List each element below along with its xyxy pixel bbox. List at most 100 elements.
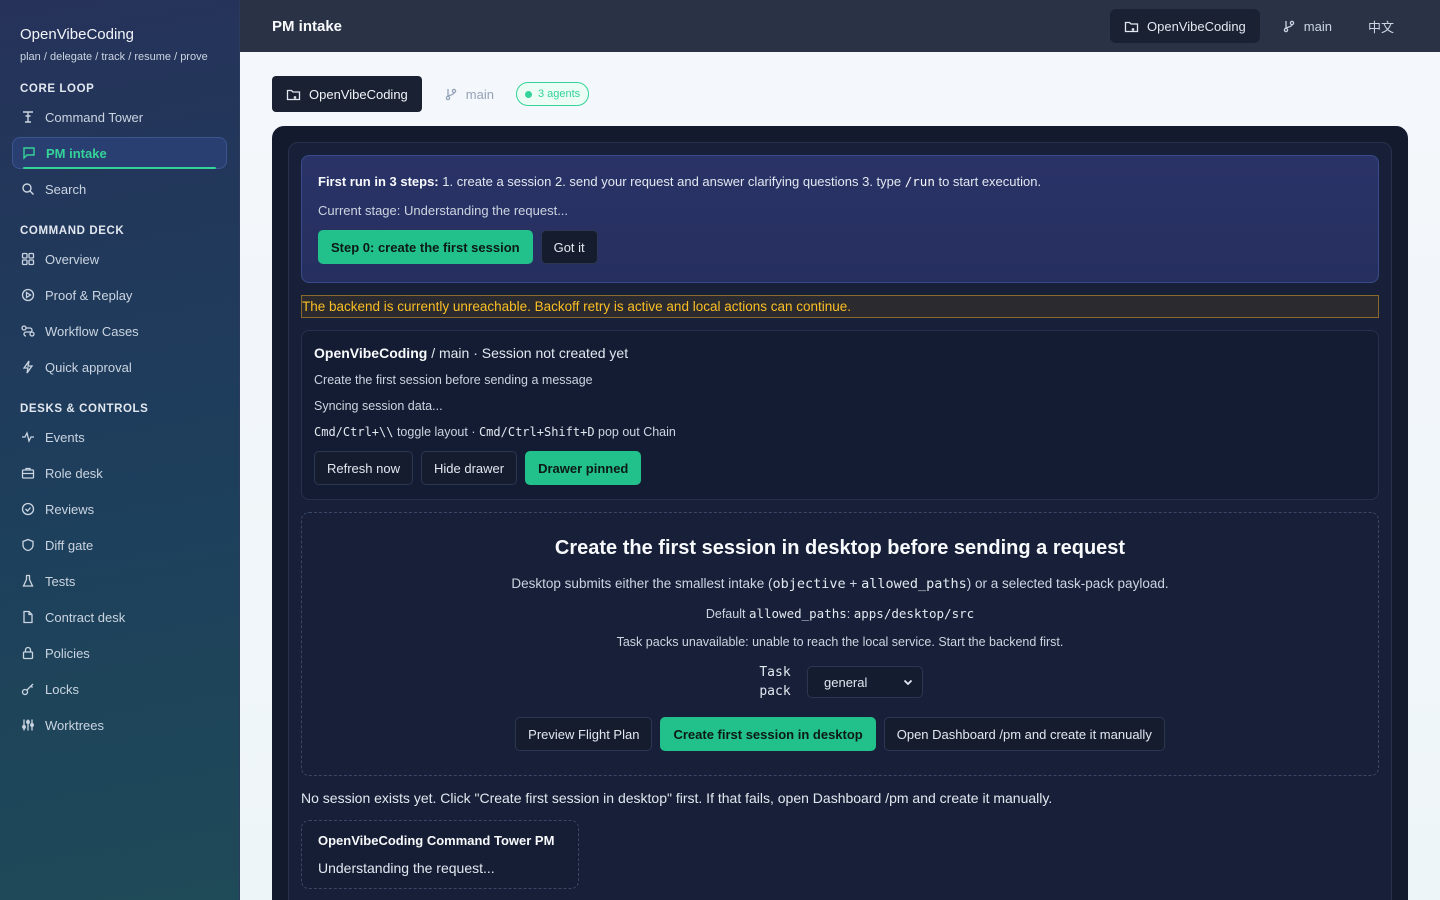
agents-count: 3 agents [537,88,581,100]
refresh-now-button[interactable]: Refresh now [314,451,413,485]
sidebar-item-command-tower[interactable]: Command Tower [12,101,227,133]
sidebar-item-label: Proof & Replay [45,287,133,303]
status-dot-icon [524,90,532,98]
sidebar-item-diff-gate[interactable]: Diff gate [12,529,227,561]
grid-icon [20,251,36,267]
sidebar-item-search[interactable]: Search [12,173,227,205]
task-pack-label-line1: Task [759,665,791,680]
shortcut-toggle-layout: Cmd/Ctrl+\\ [314,425,394,439]
pulse-icon [20,429,36,445]
sidebar-item-label: Role desk [45,465,103,481]
default-key: allowed_paths [748,606,847,621]
sidebar-item-proof-replay[interactable]: Proof & Replay [12,279,227,311]
main-content: OpenVibeCoding main 3 agents First run i… [240,52,1440,900]
tower-icon [20,109,36,125]
context-repo[interactable]: OpenVibeCoding [272,76,422,112]
document-icon [20,609,36,625]
flask-icon [20,573,36,589]
create-session-title: Create the first session in desktop befo… [554,537,1126,559]
context-branch[interactable]: main [438,87,500,102]
context-repo-label: OpenVibeCoding [309,86,408,102]
session-repo: OpenVibeCoding [314,345,428,361]
session-status: / main · Session not created yet [427,345,629,361]
branch-name: main [1303,18,1332,34]
task-pack-label: Task pack [757,663,793,701]
task-pack-row: Task pack general [318,663,1362,701]
got-it-button[interactable]: Got it [540,230,598,264]
sidebar-item-label: Quick approval [45,359,132,375]
sidebar-item-label: Search [45,181,87,197]
repo-selector[interactable]: OpenVibeCoding [1110,9,1260,43]
tree-icon [20,717,36,733]
shortcut-pop-out: Cmd/Ctrl+Shift+D [478,425,595,439]
sidebar-item-reviews[interactable]: Reviews [12,493,227,525]
chat-panel: First run in 3 steps: 1. create a sessio… [272,126,1408,900]
create-session-description: Desktop submits either the smallest inta… [318,576,1362,592]
sidebar-item-worktrees[interactable]: Worktrees [12,709,227,741]
onboarding-steps: First run in 3 steps: 1. create a sessio… [318,174,1362,189]
context-row: OpenVibeCoding main 3 agents [272,76,1408,112]
sidebar-item-quick-approval[interactable]: Quick approval [12,351,227,383]
branch-icon [1283,20,1295,33]
sidebar-item-label: Worktrees [45,717,104,733]
sidebar-item-pm-intake[interactable]: PM intake [12,137,227,169]
pm-message-status: Understanding the request... [318,860,495,876]
branch-icon [445,88,457,101]
backend-warning: The backend is currently unreachable. Ba… [301,295,1379,318]
topbar: PM intake OpenVibeCoding main 中文 [240,0,1440,52]
workflow-icon [20,323,36,339]
preview-flight-plan-button[interactable]: Preview Flight Plan [515,717,653,751]
folder-icon [1124,21,1139,32]
chat-icon [21,145,37,161]
create-first-session-button[interactable]: Create first session in desktop [660,717,876,751]
task-pack-select[interactable]: general [807,666,923,698]
agents-badge: 3 agents [515,82,590,106]
shortcut-toggle-text: toggle layout · [393,425,479,439]
onboarding-text-b: to start execution. [934,174,1042,189]
default-allowed-paths: Default allowed_paths: apps/desktop/src [318,606,1362,621]
open-dashboard-button[interactable]: Open Dashboard /pm and create it manuall… [883,717,1165,751]
sidebar-item-policies[interactable]: Policies [12,637,227,669]
sidebar-item-label: Reviews [45,501,95,517]
sidebar-item-label: Workflow Cases [45,323,139,339]
sidebar-item-tests[interactable]: Tests [12,565,227,597]
sidebar-item-label: Tests [45,573,76,589]
branch-selector[interactable]: main [1268,9,1346,43]
session-header: OpenVibeCoding / main · Session not crea… [314,345,1366,361]
session-hint: Create the first session before sending … [314,373,593,387]
chevron-down-icon [903,679,913,686]
check-circle-icon [20,501,36,517]
sidebar-item-events[interactable]: Events [12,421,227,453]
pm-message-title: OpenVibeCoding Command Tower PM [318,833,555,848]
briefcase-icon [20,465,36,481]
sidebar-item-contract-desk[interactable]: Contract desk [12,601,227,633]
sidebar-item-locks[interactable]: Locks [12,673,227,705]
lock-icon [20,645,36,661]
keyboard-shortcuts: Cmd/Ctrl+\\ toggle layout · Cmd/Ctrl+Shi… [314,425,1366,439]
chat-inner: First run in 3 steps: 1. create a sessio… [288,142,1392,900]
shield-icon [20,537,36,553]
task-pack-value: general [824,674,868,690]
run-command: /run [904,174,935,189]
drawer-pinned-button[interactable]: Drawer pinned [525,451,642,485]
repo-name: OpenVibeCoding [1147,18,1246,34]
create-first-session-step-button[interactable]: Step 0: create the first session [318,230,533,264]
hide-drawer-button[interactable]: Hide drawer [420,451,518,485]
session-card: OpenVibeCoding / main · Session not crea… [301,330,1379,500]
sidebar-item-role-desk[interactable]: Role desk [12,457,227,489]
sidebar-item-label: PM intake [46,145,107,161]
create-session-box: Create the first session in desktop befo… [301,512,1379,776]
onboarding-text-a: 1. create a session 2. send your request… [438,174,905,189]
folder-icon [286,89,301,100]
sidebar-item-workflow-cases[interactable]: Workflow Cases [12,315,227,347]
sidebar-item-overview[interactable]: Overview [12,243,227,275]
search-icon [20,181,36,197]
language-toggle[interactable]: 中文 [1354,9,1408,43]
page-title: PM intake [272,17,343,35]
sidebar-item-label: Overview [45,251,100,267]
sidebar-item-label: Locks [45,681,79,697]
section-command-deck: COMMAND DECK [20,225,125,237]
context-branch-label: main [465,86,494,102]
pm-message-card: OpenVibeCoding Command Tower PM Understa… [301,820,579,889]
onboarding-title: First run in 3 steps: [318,174,439,189]
